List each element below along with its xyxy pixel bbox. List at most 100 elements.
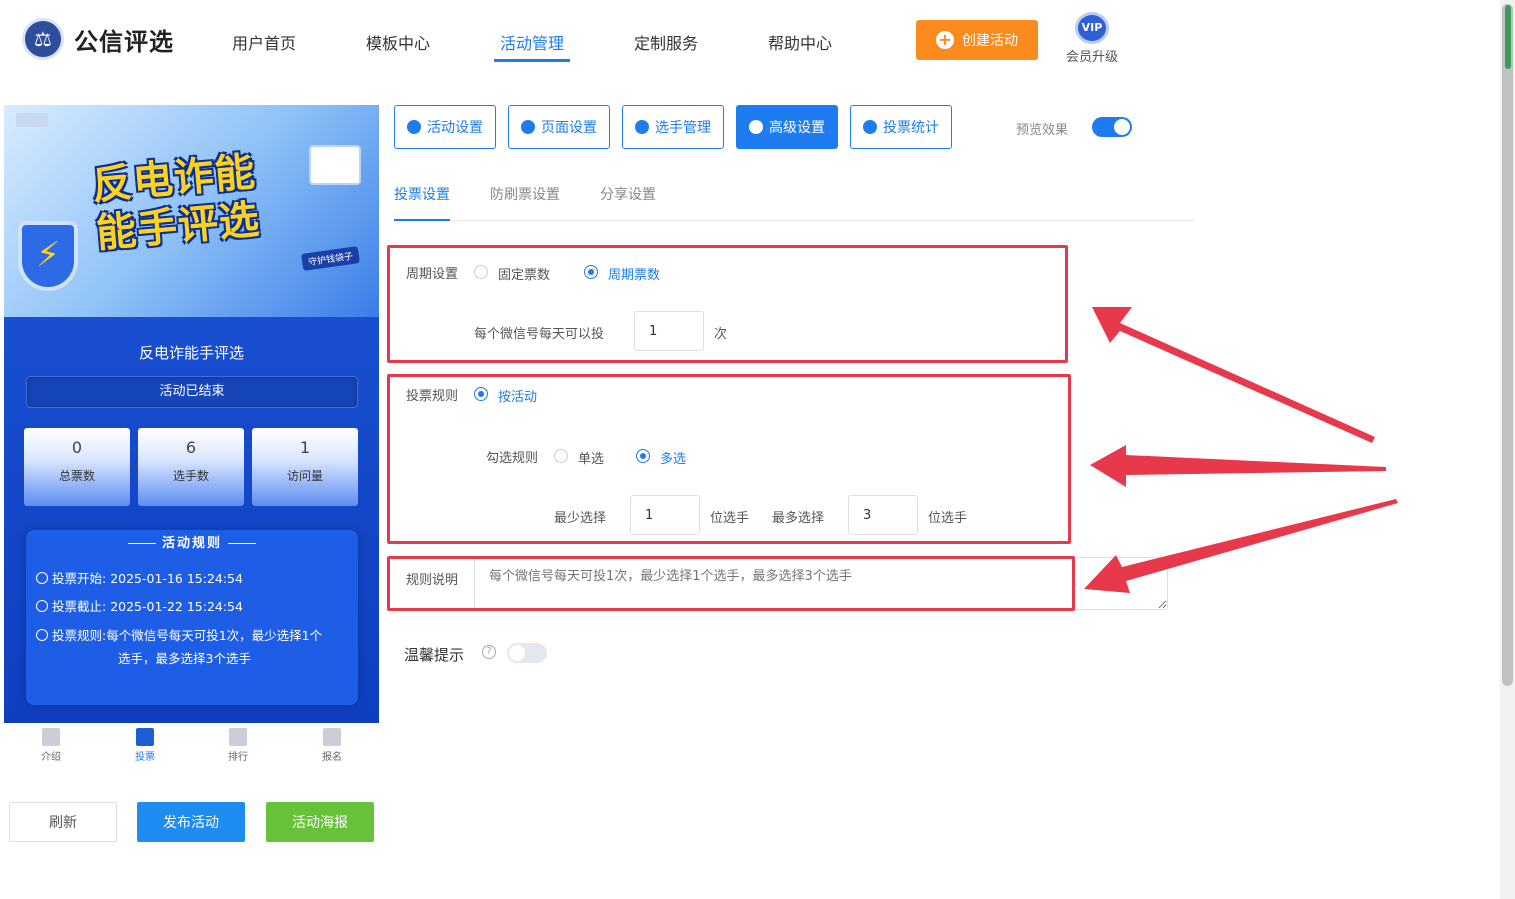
question-icon[interactable]: ? bbox=[482, 645, 496, 659]
radio-multi-select[interactable] bbox=[636, 449, 650, 463]
subtab-share-settings[interactable]: 分享设置 bbox=[600, 184, 656, 204]
rule-description-textarea[interactable] bbox=[474, 557, 1168, 610]
mobile-preview: 反电诈能 能手评选 ⚡ 守护钱袋子 反电诈能手评选 活动已结束 0 总票数 6 … bbox=[4, 105, 379, 723]
radio-single-select[interactable] bbox=[554, 449, 568, 463]
warm-tip-toggle[interactable] bbox=[507, 643, 547, 663]
vote-end-value: 2025-01-22 15:24:54 bbox=[110, 599, 243, 614]
shield-lightning-icon: ⚡ bbox=[18, 221, 78, 291]
logo-text: 公信评选 bbox=[74, 27, 174, 56]
stat-value: 1 bbox=[299, 438, 311, 457]
tab-activity-settings[interactable]: 活动设置 bbox=[394, 105, 496, 149]
top-header: ⚖ 公信评选 用户首页 模板中心 活动管理 定制服务 帮助中心 + 创建活动 V… bbox=[0, 0, 1500, 82]
bookmark-icon bbox=[42, 728, 60, 746]
tab-intro[interactable]: 介绍 bbox=[21, 728, 81, 763]
activity-status: 活动已结束 bbox=[26, 376, 358, 408]
max-select-input[interactable] bbox=[848, 495, 918, 535]
max-select-unit: 位选手 bbox=[928, 511, 968, 526]
arrow-upper bbox=[1092, 307, 1375, 443]
radio-by-activity[interactable] bbox=[474, 387, 488, 401]
clock-icon bbox=[36, 572, 48, 584]
banner-title: 反电诈能 能手评选 bbox=[90, 148, 262, 258]
tab-label: 投票 bbox=[135, 752, 155, 763]
info-icon bbox=[36, 629, 48, 641]
tab-candidate-management[interactable]: 选手管理 bbox=[622, 105, 724, 149]
bar-chart-icon bbox=[863, 120, 877, 134]
arrow-lower bbox=[1084, 499, 1398, 593]
by-activity-label[interactable]: 按活动 bbox=[498, 386, 537, 405]
preview-effect-toggle[interactable] bbox=[1092, 117, 1132, 137]
single-select-label[interactable]: 单选 bbox=[578, 448, 604, 467]
nav-user-home[interactable]: 用户首页 bbox=[232, 30, 296, 54]
vote-start-value: 2025-01-16 15:24:54 bbox=[110, 571, 243, 586]
stat-value: 6 bbox=[185, 438, 197, 457]
tab-vote-statistics[interactable]: 投票统计 bbox=[850, 105, 952, 149]
scroll-indicator bbox=[1505, 5, 1511, 69]
vote-rule-text-2: 选手，最多选择3个选手 bbox=[118, 651, 251, 666]
users-icon bbox=[635, 120, 649, 134]
plus-circle-icon: + bbox=[936, 31, 954, 49]
vote-check-icon bbox=[136, 728, 154, 746]
cycle-settings-label: 周期设置 bbox=[406, 267, 459, 282]
clock-icon bbox=[36, 600, 48, 612]
tool-label: 选手管理 bbox=[655, 120, 711, 136]
multi-select-label[interactable]: 多选 bbox=[660, 448, 686, 467]
refresh-button[interactable]: 刷新 bbox=[9, 802, 117, 842]
max-select-label: 最多选择 bbox=[772, 511, 825, 526]
nav-template-center[interactable]: 模板中心 bbox=[366, 30, 430, 54]
banner-tag: 守护钱袋子 bbox=[301, 246, 360, 271]
vote-rule-label: 投票规则 bbox=[406, 389, 459, 404]
subtab-anti-fraud[interactable]: 防刷票设置 bbox=[490, 184, 560, 204]
radio-cycle-votes[interactable] bbox=[584, 265, 598, 279]
nav-activity-management[interactable]: 活动管理 bbox=[500, 30, 564, 54]
subtab-active-indicator bbox=[394, 219, 450, 221]
scrollbar-thumb[interactable] bbox=[1502, 4, 1513, 686]
toggle-knob bbox=[1114, 119, 1130, 135]
activity-poster-button[interactable]: 活动海报 bbox=[266, 802, 374, 842]
publish-activity-button[interactable]: 发布活动 bbox=[137, 802, 245, 842]
avatar-placeholder bbox=[16, 113, 48, 127]
subtab-divider bbox=[394, 220, 1194, 221]
tab-ranking[interactable]: 排行 bbox=[208, 728, 268, 763]
rules-heading: 活动规则 bbox=[26, 532, 358, 551]
vip-badge-icon: VIP bbox=[1075, 12, 1109, 44]
select-rule-label: 勾选规则 bbox=[486, 451, 539, 466]
flag-icon bbox=[323, 728, 341, 746]
preview-effect-label: 预览效果 bbox=[1016, 123, 1069, 138]
cycle-votes-label[interactable]: 周期票数 bbox=[608, 264, 660, 283]
min-select-input[interactable] bbox=[630, 495, 700, 535]
logo[interactable]: ⚖ 公信评选 bbox=[22, 18, 174, 60]
create-activity-button[interactable]: + 创建活动 bbox=[916, 20, 1038, 60]
subtab-vote-settings[interactable]: 投票设置 bbox=[394, 184, 450, 204]
sliders-icon bbox=[749, 120, 763, 134]
preview-bottom-tabs: 介绍 投票 排行 报名 bbox=[4, 723, 379, 773]
stat-visits: 1 访问量 bbox=[252, 428, 358, 506]
tab-advanced-settings[interactable]: 高级设置 bbox=[736, 105, 838, 149]
chart-board-icon bbox=[309, 145, 361, 185]
tab-label: 报名 bbox=[322, 752, 342, 763]
tab-vote[interactable]: 投票 bbox=[115, 728, 175, 763]
nav-custom-service[interactable]: 定制服务 bbox=[634, 30, 698, 54]
daily-votes-label: 每个微信号每天可以投 bbox=[474, 327, 605, 342]
rule-vote-start: 投票开始: 2025-01-16 15:24:54 bbox=[36, 568, 243, 590]
toggle-knob bbox=[509, 645, 525, 661]
activity-title: 反电诈能手评选 bbox=[138, 344, 244, 362]
vip-upgrade[interactable]: VIP 会员升级 bbox=[1060, 12, 1124, 65]
vote-rule-text-1: 每个微信号每天可投1次，最少选择1个 bbox=[106, 628, 323, 643]
annotation-arrows bbox=[1084, 307, 1398, 593]
tab-signup[interactable]: 报名 bbox=[302, 728, 362, 763]
stat-label: 访问量 bbox=[286, 469, 323, 483]
crown-icon bbox=[229, 728, 247, 746]
rule-vote-rule: 投票规则:每个微信号每天可投1次，最少选择1个 选手，最多选择3个选手 bbox=[36, 624, 356, 670]
nav-help-center[interactable]: 帮助中心 bbox=[768, 30, 832, 54]
activity-rules-panel: 活动规则 投票开始: 2025-01-16 15:24:54 投票截止: 202… bbox=[26, 530, 358, 705]
tool-label: 投票统计 bbox=[883, 120, 939, 136]
tab-page-settings[interactable]: 页面设置 bbox=[508, 105, 610, 149]
activity-banner: 反电诈能 能手评选 ⚡ 守护钱袋子 bbox=[4, 105, 379, 317]
daily-votes-input[interactable] bbox=[634, 311, 704, 351]
fixed-votes-label[interactable]: 固定票数 bbox=[498, 264, 550, 283]
warm-tip-label: 温馨提示 bbox=[404, 646, 465, 664]
vote-start-label: 投票开始: bbox=[52, 571, 107, 586]
radio-fixed-votes[interactable] bbox=[474, 265, 488, 279]
min-select-label: 最少选择 bbox=[554, 511, 607, 526]
tab-label: 排行 bbox=[228, 752, 248, 763]
